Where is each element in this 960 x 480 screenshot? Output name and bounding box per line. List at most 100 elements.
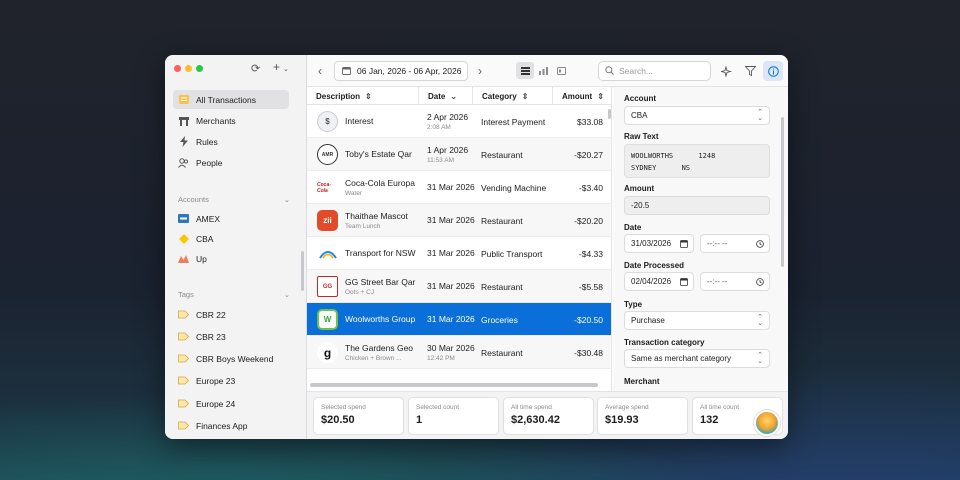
sidebar-item-tag[interactable]: CBR Boys Weekend xyxy=(173,349,289,368)
chart-view-icon[interactable] xyxy=(534,62,552,79)
avatar[interactable] xyxy=(754,410,780,436)
sidebar-item-cba[interactable]: CBA xyxy=(173,229,289,248)
sidebar-item-merchants[interactable]: Merchants xyxy=(173,111,289,130)
list-view-icon[interactable] xyxy=(516,62,534,79)
account-select[interactable]: CBA ⌃ ⌄ xyxy=(624,106,770,125)
sidebar-item-tag[interactable]: Europe 24 xyxy=(173,394,289,413)
sidebar-item-label: Merchants xyxy=(196,115,236,126)
sidebar-item-tag[interactable]: CBR 23 xyxy=(173,327,289,346)
date-text: 2 Apr 2026 xyxy=(427,112,469,122)
table-row[interactable]: Coca-Cola Coca-Cola Europa Water 31 Mar 202… xyxy=(307,171,611,204)
sidebar-scrollbar[interactable] xyxy=(301,251,304,291)
date-cell: 31 Mar 2026 xyxy=(427,237,477,270)
sidebar-item-people[interactable]: People xyxy=(173,153,289,172)
clock-icon xyxy=(756,278,764,288)
sidebar-item-label: CBA xyxy=(196,233,214,244)
amount-cell: -$4.33 xyxy=(543,237,603,270)
date-text: 31 Mar 2026 xyxy=(427,313,475,324)
date-processed-field[interactable]: 02/04/2026 xyxy=(624,272,694,291)
info-icon[interactable] xyxy=(763,61,783,81)
amount-text: -$3.40 xyxy=(578,182,603,193)
tag-icon xyxy=(178,375,189,386)
date-field[interactable]: 31/03/2026 xyxy=(624,234,694,253)
date-range-picker[interactable]: 06 Jan, 2026 - 06 Apr, 2026 xyxy=(334,61,468,81)
table-row[interactable]: zii Thaithae Mascot Team Lunch 31 Mar 2026 R… xyxy=(307,204,611,237)
time-processed-field[interactable]: --:-- -- xyxy=(700,272,770,291)
sidebar-item-rules[interactable]: Rules xyxy=(173,132,289,151)
sidebar-item-label: AMEX xyxy=(196,213,221,224)
amount-text: -$20.27 xyxy=(574,149,603,160)
table-row[interactable]: AMR Toby's Estate Qar 1 Apr 2026 11:53 AM Re… xyxy=(307,138,611,171)
back-chevron-icon[interactable]: ‹ xyxy=(310,61,330,81)
type-select[interactable]: Purchase ⌃ ⌄ xyxy=(624,311,770,330)
clock-icon xyxy=(756,240,764,250)
amount-cell: -$20.50 xyxy=(543,303,603,336)
amount-text: -$30.48 xyxy=(574,347,603,358)
merchant-note: Water xyxy=(345,190,363,197)
column-header-date[interactable]: Date ⌄ xyxy=(419,87,473,105)
sidebar-item-up[interactable]: Up xyxy=(173,249,289,268)
merchant-logo-icon: Coca-Cola xyxy=(317,177,338,198)
amount-text: -$20.20 xyxy=(574,215,603,226)
amount-cell: -$20.27 xyxy=(543,138,603,171)
sidebar-item-tag[interactable]: CBR 22 xyxy=(173,305,289,324)
sidebar-item-tag[interactable]: Europe 23 xyxy=(173,371,289,390)
table-vertical-scrollbar[interactable] xyxy=(608,109,611,119)
merchant-logo-icon: W xyxy=(317,309,338,330)
amount-field[interactable]: -20.5 xyxy=(624,196,770,215)
date-text: 31 Mar 2026 xyxy=(427,181,475,192)
zoom-window-button[interactable] xyxy=(196,65,203,72)
forward-chevron-icon[interactable]: › xyxy=(470,61,490,81)
column-header-description[interactable]: Description ⇕ xyxy=(307,87,419,105)
column-header-category[interactable]: Category ⇕ xyxy=(473,87,553,105)
chevron-updown-icon: ⌃ ⌄ xyxy=(757,314,763,327)
table-horizontal-scrollbar[interactable] xyxy=(310,383,598,387)
merchant-name: Transport for NSW xyxy=(345,247,416,258)
description-cell: Toby's Estate Qar xyxy=(345,138,417,171)
table-row[interactable]: Transport for NSW 31 Mar 2026 Public Trans… xyxy=(307,237,611,270)
column-header-amount[interactable]: Amount ⇕ xyxy=(553,87,611,105)
card-view-icon[interactable] xyxy=(552,62,570,79)
description-cell: Woolworths Group xyxy=(345,303,417,336)
time-text: 11:53 AM xyxy=(427,157,454,164)
sort-icon: ⇕ xyxy=(365,91,372,101)
transaction-category-select[interactable]: Same as merchant category ⌃ ⌄ xyxy=(624,349,770,368)
tag-icon xyxy=(178,398,189,409)
tags-section-header[interactable]: Tags ⌄ xyxy=(178,290,290,299)
type-label: Type xyxy=(624,300,643,309)
date-text: 31 Mar 2026 xyxy=(427,214,475,225)
add-icon[interactable]: + xyxy=(273,60,280,74)
date-text: 1 Apr 2026 xyxy=(427,145,469,155)
transaction-category-label: Transaction category xyxy=(624,338,705,347)
merchant-note: Oots + CJ xyxy=(345,289,375,296)
sort-descending-icon: ⌄ xyxy=(450,91,458,101)
accounts-section-header[interactable]: Accounts ⌄ xyxy=(178,195,290,204)
sparkles-icon[interactable] xyxy=(716,61,736,81)
detail-scrollbar[interactable] xyxy=(781,117,784,267)
merchant-logo-icon: GG xyxy=(317,276,338,297)
table-row[interactable]: $ Interest 2 Apr 2026 2:08 AM Interest Payme… xyxy=(307,105,611,138)
search-field[interactable]: Search... xyxy=(598,61,711,81)
sidebar-item-all-transactions[interactable]: All Transactions xyxy=(173,90,289,109)
table-row[interactable]: GG GG Street Bar Qar Oots + CJ 31 Mar 2026 R… xyxy=(307,270,611,303)
amount-cell: -$30.48 xyxy=(543,336,603,369)
minimize-window-button[interactable] xyxy=(185,65,192,72)
amount-text: -$5.58 xyxy=(578,281,603,292)
tag-icon xyxy=(178,331,189,342)
view-mode-segmented-control xyxy=(516,62,570,79)
description-cell: The Gardens Geo Chicken + Brown ... xyxy=(345,336,417,369)
table-row[interactable]: g The Gardens Geo Chicken + Brown ... 30 Ma… xyxy=(307,336,611,369)
sidebar-item-tag[interactable]: Finances App xyxy=(173,416,289,435)
cba-logo-icon xyxy=(178,233,189,244)
time-field[interactable]: --:-- -- xyxy=(700,234,770,253)
people-icon xyxy=(178,157,189,168)
close-window-button[interactable] xyxy=(174,65,181,72)
refresh-icon[interactable]: ⟳ xyxy=(251,62,260,75)
list-icon xyxy=(178,94,189,105)
table-row[interactable]: W Woolworths Group 31 Mar 2026 Groceries -$2… xyxy=(307,303,611,336)
sidebar-item-amex[interactable]: AMEX xyxy=(173,209,289,228)
filter-icon[interactable] xyxy=(740,61,760,81)
stat-card-selected-spend: Selected spend $20.50 xyxy=(313,397,404,435)
chevron-down-icon[interactable]: ⌄ xyxy=(283,65,289,73)
stat-card-selected-count: Selected count 1 xyxy=(408,397,499,435)
